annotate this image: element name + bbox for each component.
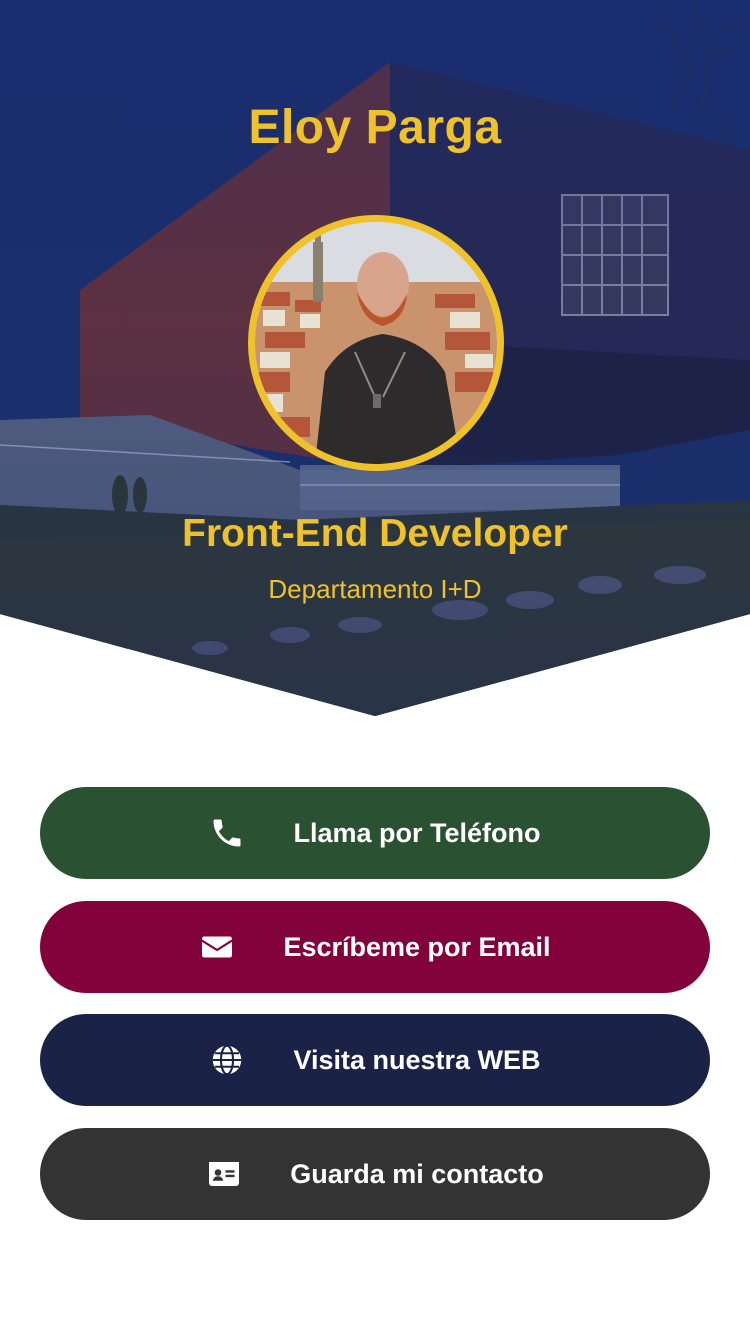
phone-icon xyxy=(209,815,245,851)
profile-avatar xyxy=(248,215,504,471)
profile-department: Departamento I+D xyxy=(268,574,482,604)
contact-card-icon xyxy=(206,1156,242,1192)
visit-web-label: Visita nuestra WEB xyxy=(293,1044,541,1075)
avatar-photo xyxy=(255,222,497,464)
envelope-icon xyxy=(199,929,235,965)
call-phone-label: Llama por Teléfono xyxy=(293,817,541,848)
send-email-button[interactable]: Escríbeme por Email xyxy=(40,901,710,993)
call-phone-button[interactable]: Llama por Teléfono xyxy=(40,787,710,879)
save-contact-label: Guarda mi contacto xyxy=(290,1158,544,1189)
visit-web-button[interactable]: Visita nuestra WEB xyxy=(40,1014,710,1106)
save-contact-button[interactable]: Guarda mi contacto xyxy=(40,1128,710,1220)
globe-icon xyxy=(209,1042,245,1078)
profile-role: Front-End Developer xyxy=(182,512,568,555)
profile-name: Eloy Parga xyxy=(248,101,502,154)
send-email-label: Escríbeme por Email xyxy=(283,931,551,962)
